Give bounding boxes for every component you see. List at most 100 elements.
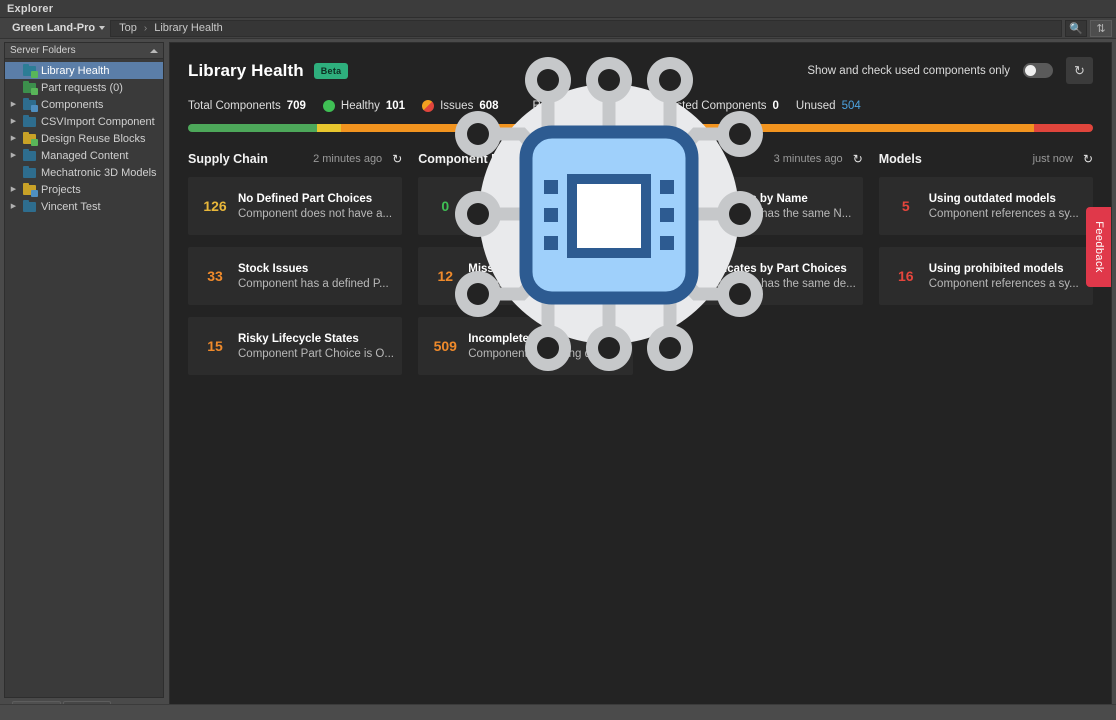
issue-description: Component references a sy... xyxy=(928,277,1079,290)
folder-reuse-icon xyxy=(22,132,38,146)
page-header: Library Health Beta Show and check used … xyxy=(170,43,1111,112)
column-title: Models xyxy=(878,152,922,166)
issue-card[interactable]: 0 Uncategorized Component is not in any ..… xyxy=(418,177,633,235)
toggle-knob xyxy=(1025,65,1036,76)
project-selector[interactable]: Green Land-Pro xyxy=(4,20,110,37)
breadcrumb[interactable]: Top › Library Health xyxy=(110,19,1062,37)
sidebar-item-label: Design Reuse Blocks xyxy=(41,132,146,145)
collapse-icon[interactable] xyxy=(150,48,158,53)
search-icon: 🔍 xyxy=(1069,22,1083,35)
refresh-icon[interactable]: ↻ xyxy=(392,152,402,166)
issue-count: 15 xyxy=(207,338,223,354)
sidebar-header-label: Server Folders xyxy=(10,45,76,56)
issue-description: Component is not in any ... xyxy=(468,207,606,220)
issue-card[interactable]: 8 Duplicates by Name Component has the sam… xyxy=(648,177,863,235)
stat-unused: Unused 504 xyxy=(796,100,861,112)
breadcrumb-bar: Green Land-Pro Top › Library Health 🔍 ⇅ xyxy=(0,18,1116,39)
sidebar-item-label: Projects xyxy=(41,183,81,196)
column-title: Supply Chain xyxy=(188,152,268,166)
issue-title: Missing Parameters xyxy=(468,262,577,275)
window-titlebar: Explorer xyxy=(0,0,1116,18)
issue-description: Component has the same de... xyxy=(698,277,856,290)
used-components-toggle[interactable] xyxy=(1023,63,1053,78)
sidebar-item-library-health[interactable]: ▶Library Health xyxy=(5,62,163,79)
issue-card[interactable]: 126 No Defined Part Choices Component does… xyxy=(188,177,403,235)
column-title: Duplicates xyxy=(648,152,712,166)
breadcrumb-current[interactable]: Library Health xyxy=(154,22,222,34)
search-button[interactable]: 🔍 xyxy=(1065,19,1087,37)
sidebar-item-vincent-test[interactable]: ▶ Vincent Test xyxy=(5,198,163,215)
window-title: Explorer xyxy=(7,2,54,15)
sync-button[interactable]: ⇅ xyxy=(1090,19,1112,37)
sync-icon: ⇅ xyxy=(1096,22,1106,35)
issue-card[interactable]: 4 Duplicates by Part Choices Component has… xyxy=(648,247,863,305)
beta-badge: Beta xyxy=(313,62,349,79)
sidebar-item-part-requests-0[interactable]: ▶Part requests (0) xyxy=(5,79,163,96)
refresh-icon[interactable]: ↻ xyxy=(853,152,863,166)
sidebar-item-label: Part requests (0) xyxy=(41,81,123,94)
issue-card[interactable]: 15 Risky Lifecycle States Component Part C… xyxy=(188,317,403,375)
sidebar: Server Folders ▶Library Health▶Part requ… xyxy=(4,42,164,699)
column-models: Models just now ↻ 5 Using outdated models Com… xyxy=(871,148,1101,387)
sidebar-item-components[interactable]: ▶ Components xyxy=(5,96,163,113)
stat-value: 608 xyxy=(479,100,499,112)
issue-description: Component does not hav... xyxy=(468,277,606,290)
summary-stats: Total Components 709 Healthy 101 Issues 608 Re… xyxy=(188,100,1093,112)
stat-value[interactable]: 504 xyxy=(842,100,861,112)
issue-card[interactable]: 5 Using outdated models Component referenc… xyxy=(878,177,1093,235)
stat-healthy: Healthy 101 xyxy=(322,100,405,112)
expand-chevron-icon[interactable]: ▶ xyxy=(9,118,18,125)
expand-chevron-icon[interactable]: ▶ xyxy=(9,203,18,210)
issue-count: 5 xyxy=(901,198,910,214)
refresh-icon[interactable]: ↻ xyxy=(622,152,632,166)
column-component-details: Component Details 1 minute ago ↻ 0 Uncategor… xyxy=(410,148,640,387)
issue-title: Duplicates by Name xyxy=(698,192,808,205)
refresh-icon: ↻ xyxy=(1074,62,1085,78)
feedback-tab[interactable]: Feedback xyxy=(1086,207,1111,287)
sidebar-container: Server Folders ▶Library Health▶Part requ… xyxy=(4,42,164,717)
stat-label: Recently Added xyxy=(532,100,614,112)
expand-chevron-icon[interactable]: ▶ xyxy=(9,135,18,142)
issue-description: Component is missing d... xyxy=(468,347,601,360)
column-timestamp: 1 minute ago xyxy=(548,153,613,165)
issue-title: Incomplete Details xyxy=(468,332,570,345)
column-timestamp: 3 minutes ago xyxy=(773,153,843,165)
issue-count: 33 xyxy=(207,268,223,284)
refresh-icon[interactable]: ↻ xyxy=(1083,152,1093,166)
issue-card[interactable]: 509 Incomplete Details Component is missin… xyxy=(418,317,633,375)
expand-chevron-icon[interactable]: ▶ xyxy=(9,101,18,108)
column-header: Component Details 1 minute ago ↻ xyxy=(418,148,632,170)
breadcrumb-root[interactable]: Top xyxy=(119,22,137,34)
issue-title: Duplicates by Part Choices xyxy=(698,262,847,275)
sidebar-item-label: CSVImport Component xyxy=(41,115,155,128)
stat-total-components: Total Components 709 xyxy=(188,100,306,112)
folder-icon xyxy=(22,166,37,179)
status-dot-green xyxy=(322,100,335,112)
column-timestamp: 2 minutes ago xyxy=(313,153,383,165)
sidebar-item-managed-content[interactable]: ▶ Managed Content xyxy=(5,147,163,164)
stat-value: 0 xyxy=(772,100,779,112)
issue-card[interactable]: 33 Stock Issues Component has a defined P.… xyxy=(188,247,403,305)
column-duplicates: Duplicates 3 minutes ago ↻ 8 Duplicates by N… xyxy=(641,148,871,387)
folder-icon xyxy=(22,149,37,162)
stat-label: Issues xyxy=(440,100,474,112)
issue-title: No Defined Part Choices xyxy=(238,192,373,205)
sidebar-item-design-reuse-blocks[interactable]: ▶ Design Reuse Blocks xyxy=(5,130,163,147)
column-header: Supply Chain 2 minutes ago ↻ xyxy=(188,148,402,170)
stat-label: Healthy xyxy=(340,100,380,112)
sidebar-item-csvimport-component[interactable]: ▶ CSVImport Component xyxy=(5,113,163,130)
sidebar-item-label: Mechatronic 3D Models xyxy=(41,166,157,179)
folder-icon xyxy=(22,115,37,128)
issue-card[interactable]: 16 Using prohibited models Component refer… xyxy=(878,247,1093,305)
issue-card[interactable]: 12 Missing Parameters Component does not h… xyxy=(418,247,633,305)
health-segment-0 xyxy=(188,124,318,132)
sidebar-item-projects[interactable]: ▶ Projects xyxy=(5,181,163,198)
refresh-all-button[interactable]: ↻ xyxy=(1066,57,1093,84)
column-timestamp: just now xyxy=(1032,153,1073,165)
issue-count: 126 xyxy=(203,198,227,214)
sidebar-item-label: Managed Content xyxy=(41,149,129,162)
issue-count: 12 xyxy=(437,268,454,284)
expand-chevron-icon[interactable]: ▶ xyxy=(9,186,18,193)
sidebar-item-mechatronic-3d-models[interactable]: ▶Mechatronic 3D Models xyxy=(5,164,163,181)
expand-chevron-icon[interactable]: ▶ xyxy=(9,152,18,159)
